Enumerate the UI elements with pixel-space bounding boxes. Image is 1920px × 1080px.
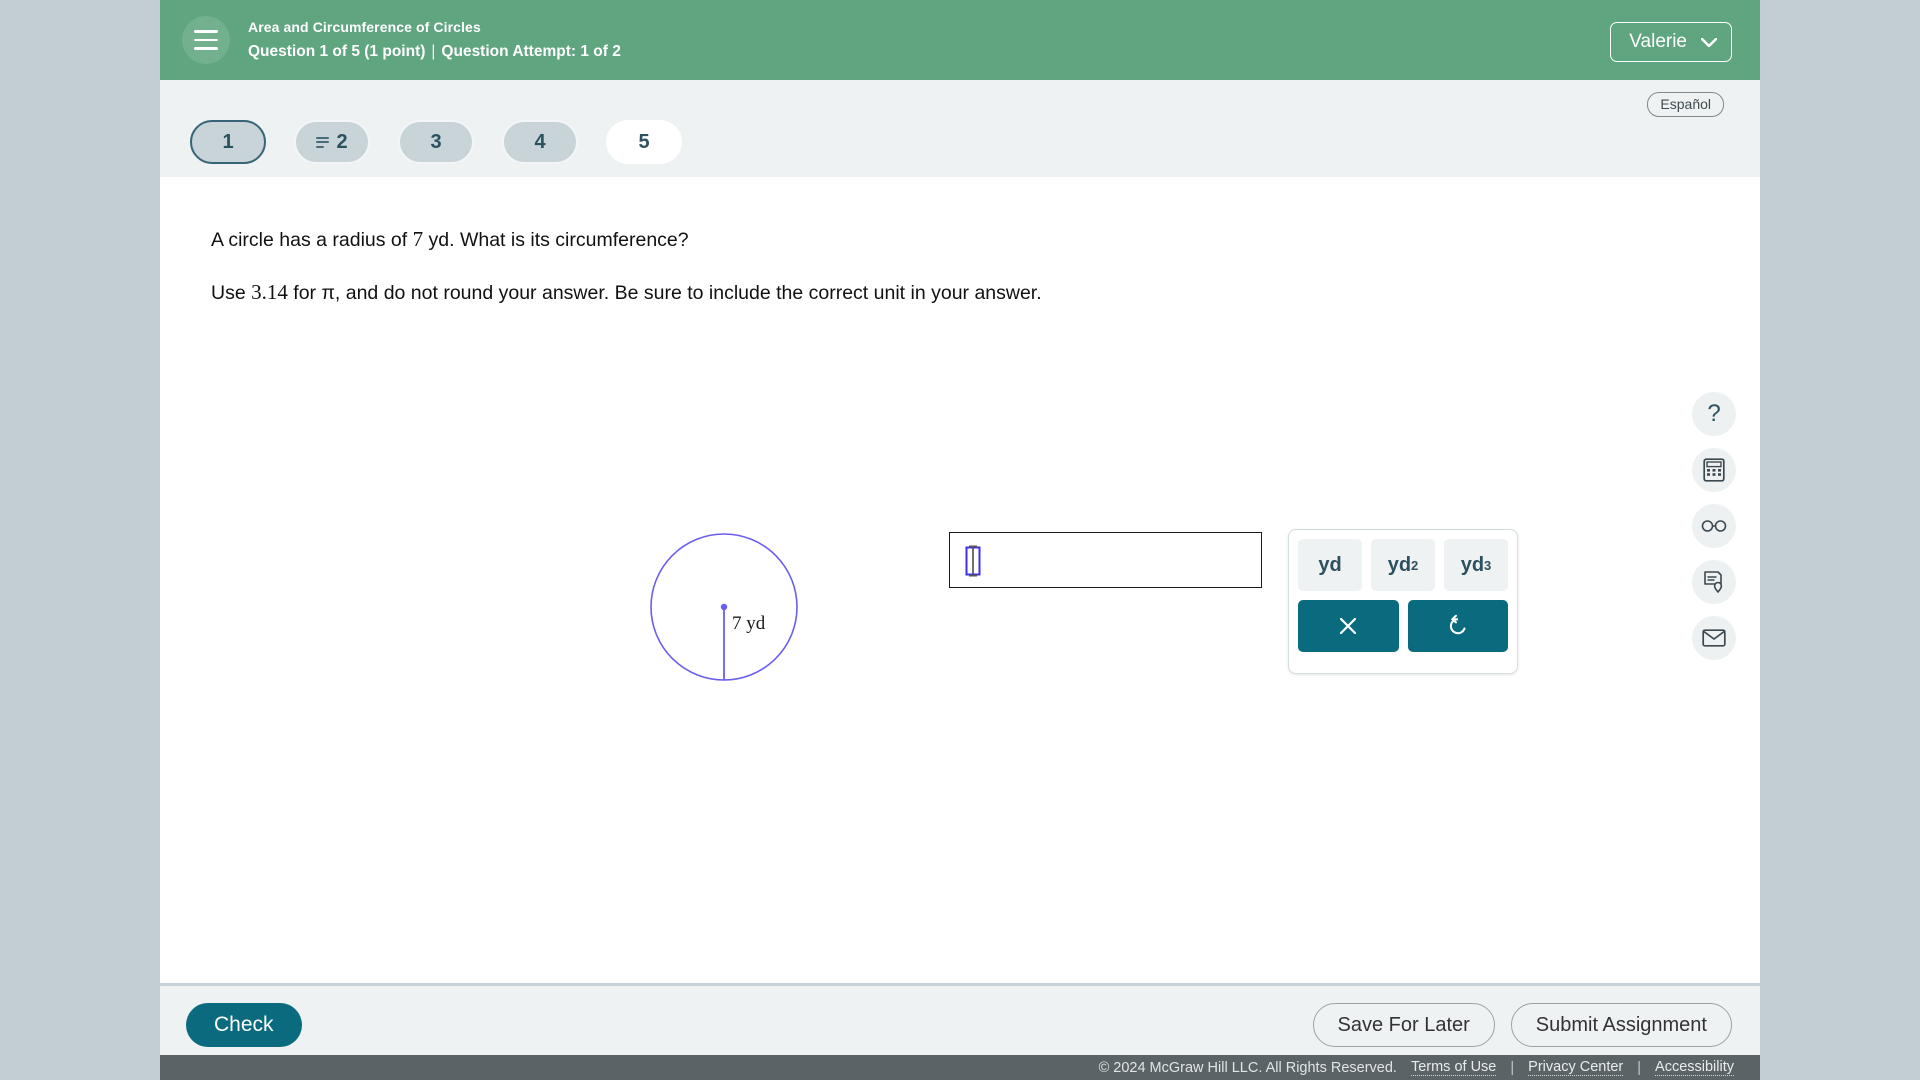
- tool-rail: ?: [1692, 392, 1736, 660]
- unit-key-row: yd yd 2 yd 3: [1298, 539, 1508, 591]
- help-label: ?: [1707, 400, 1721, 427]
- question-line-1-b: yd. What is its circumference?: [423, 229, 689, 251]
- question-pill-3-label: 3: [430, 130, 442, 153]
- unit-key-yd3[interactable]: yd 3: [1444, 539, 1508, 591]
- mail-icon[interactable]: [1692, 616, 1736, 660]
- question-pill-4[interactable]: 4: [502, 120, 578, 164]
- pi-value: 3.14: [251, 280, 288, 304]
- header-titles: Area and Circumference of Circles Questi…: [248, 17, 621, 64]
- chevron-down-icon: [1701, 37, 1717, 47]
- radius-label: 7 yd: [732, 613, 766, 634]
- unit-key-yd2[interactable]: yd 2: [1371, 539, 1435, 591]
- calculator-icon[interactable]: [1692, 448, 1736, 492]
- unit-key-yd-label: yd: [1318, 553, 1342, 576]
- submit-assignment-button[interactable]: Submit Assignment: [1510, 1003, 1732, 1047]
- calculator-glyph: [1703, 458, 1725, 482]
- question-pill-2[interactable]: 2: [294, 120, 370, 164]
- question-text: A circle has a radius of 7 yd. What is i…: [211, 222, 1211, 310]
- unit-key-yd2-label: yd: [1387, 553, 1412, 576]
- undo-button[interactable]: [1407, 600, 1508, 652]
- question-nav-strip: Español 1 2 3 4 5: [160, 80, 1760, 177]
- radius-value: 7: [412, 227, 424, 251]
- question-line-2-a: Use: [211, 282, 252, 304]
- accessibility-link[interactable]: Accessibility: [1655, 1059, 1734, 1076]
- app-header: Area and Circumference of Circles Questi…: [160, 0, 1760, 80]
- glasses-glyph: [1701, 520, 1727, 532]
- unit-key-yd3-exponent: 3: [1484, 557, 1492, 573]
- undo-icon: [1449, 614, 1466, 635]
- course-title: Area and Circumference of Circles: [248, 18, 481, 35]
- secondary-actions: Save For Later Submit Assignment: [1312, 1003, 1732, 1047]
- circle-diagram: 7 yd: [650, 533, 798, 681]
- answer-input[interactable]: [949, 532, 1262, 588]
- copyright-text: © 2024 McGraw Hill LLC. All Rights Reser…: [1098, 1059, 1397, 1076]
- help-icon[interactable]: ?: [1692, 392, 1736, 436]
- question-progress: Question 1 of 5 (1 point): [248, 42, 426, 60]
- envelope-glyph: [1702, 629, 1726, 647]
- question-line-2-b: for π, and do not round your answer. Be …: [287, 282, 1042, 304]
- question-line-2: Use 3.14 for π, and do not round your an…: [211, 275, 1211, 310]
- footer-separator-1: |: [1510, 1059, 1515, 1076]
- action-key-row: [1298, 600, 1508, 652]
- question-pill-1-label: 1: [222, 130, 234, 153]
- page-footer: © 2024 McGraw Hill LLC. All Rights Reser…: [160, 1055, 1760, 1080]
- meta-separator: |: [431, 42, 436, 60]
- question-pill-5[interactable]: 5: [606, 120, 682, 164]
- question-pill-3[interactable]: 3: [398, 120, 474, 164]
- unit-key-yd2-exponent: 2: [1411, 557, 1419, 573]
- footer-separator-2: |: [1637, 1059, 1642, 1076]
- question-line-1-a: A circle has a radius of: [211, 229, 413, 251]
- unit-key-yd3-label: yd: [1460, 553, 1485, 576]
- question-pill-2-label: 2: [336, 130, 348, 153]
- question-line-1: A circle has a radius of 7 yd. What is i…: [211, 222, 1211, 257]
- reference-sheet-glyph: [1704, 571, 1723, 594]
- math-cursor-icon: [965, 545, 981, 577]
- question-pill-4-label: 4: [534, 130, 546, 153]
- check-button[interactable]: Check: [186, 1003, 302, 1047]
- language-toggle-button[interactable]: Español: [1647, 92, 1724, 117]
- question-pill-list: 1 2 3 4 5: [190, 120, 682, 164]
- question-pill-5-label: 5: [638, 130, 650, 153]
- question-attempt: Question Attempt: 1 of 2: [441, 42, 621, 60]
- privacy-center-link[interactable]: Privacy Center: [1528, 1059, 1624, 1076]
- user-menu-button[interactable]: Valerie: [1610, 22, 1732, 62]
- close-icon: [1340, 617, 1357, 635]
- lines-icon: [316, 136, 330, 148]
- save-for-later-button[interactable]: Save For Later: [1312, 1003, 1495, 1047]
- glasses-icon[interactable]: [1692, 504, 1736, 548]
- action-bar: Check Save For Later Submit Assignment: [160, 983, 1760, 1055]
- unit-key-yd[interactable]: yd: [1298, 539, 1362, 591]
- hamburger-icon[interactable]: [182, 16, 230, 64]
- user-name: Valerie: [1629, 31, 1687, 52]
- question-pill-1[interactable]: 1: [190, 120, 266, 164]
- clear-button[interactable]: [1298, 600, 1399, 652]
- page-root: Area and Circumference of Circles Questi…: [0, 0, 1920, 1080]
- terms-of-use-link[interactable]: Terms of Use: [1410, 1059, 1497, 1076]
- reference-sheet-icon[interactable]: [1692, 560, 1736, 604]
- question-meta: Question 1 of 5 (1 point) | Question Attem…: [248, 40, 621, 64]
- question-content-card: A circle has a radius of 7 yd. What is i…: [160, 177, 1760, 983]
- unit-keypad: yd yd 2 yd 3: [1288, 529, 1518, 674]
